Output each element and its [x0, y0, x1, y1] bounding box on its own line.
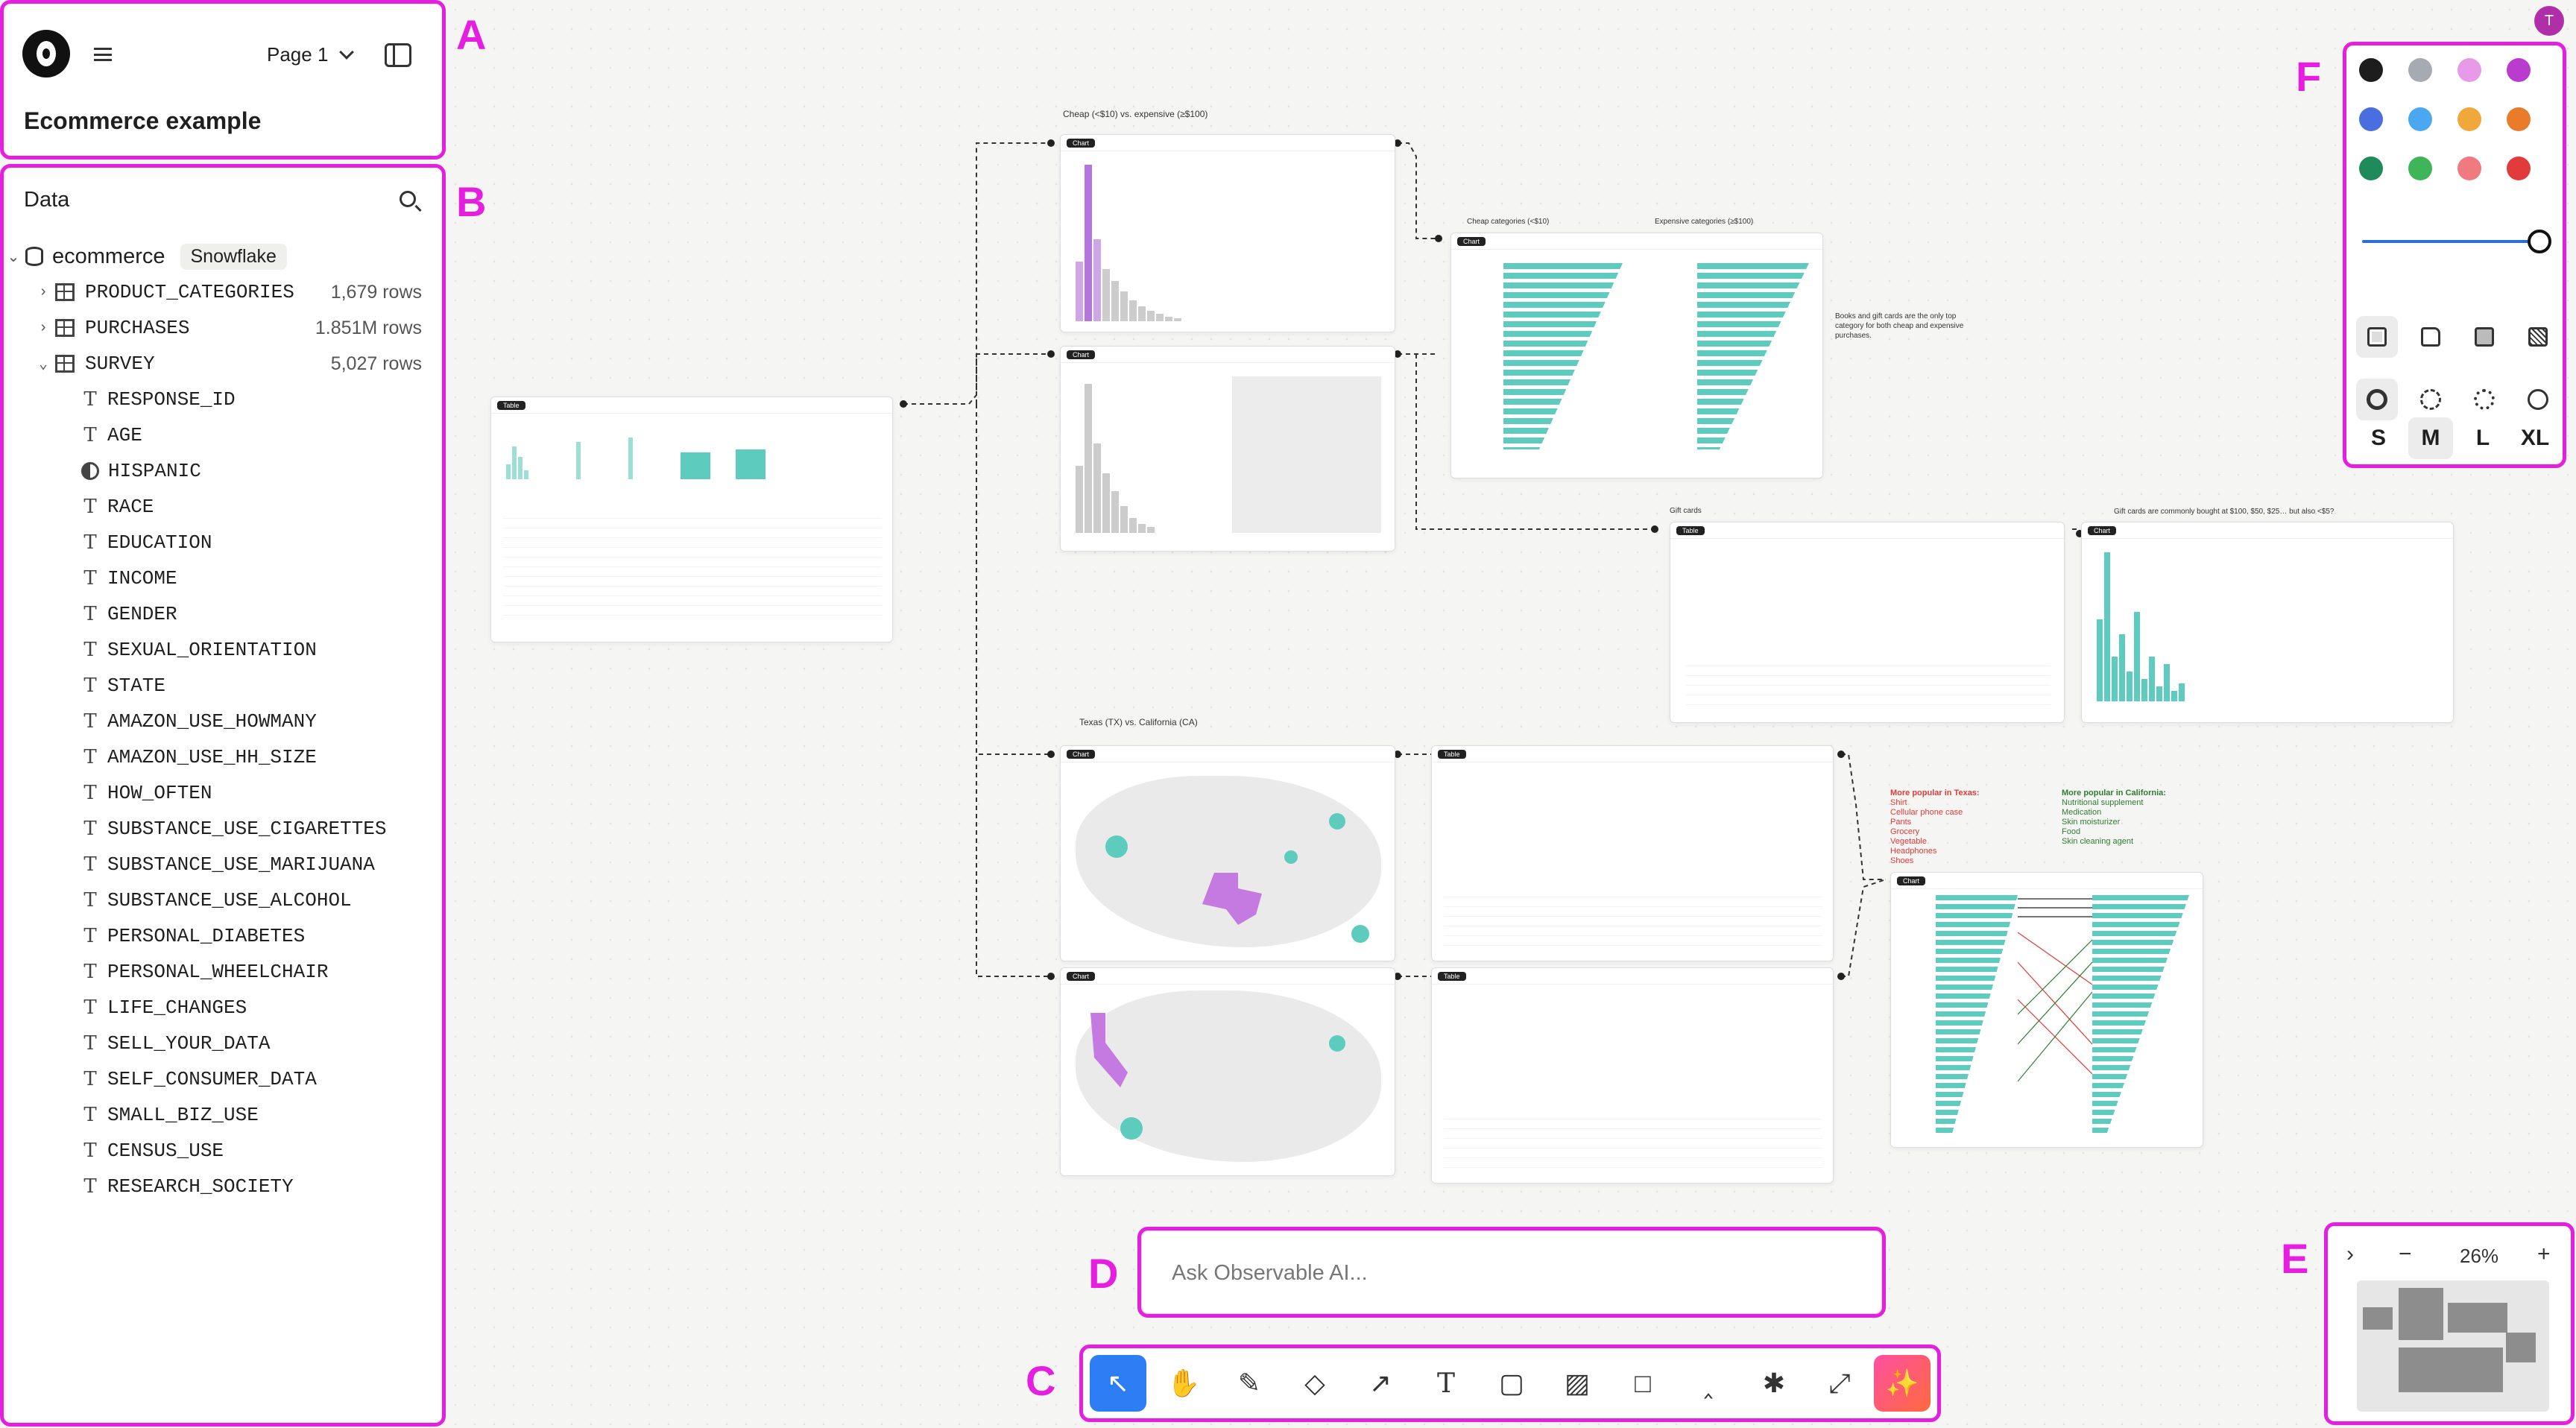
category-comparison-card[interactable]: Chart — [1450, 233, 1823, 478]
canvas[interactable]: Table Cheap (<$10) vs. expensive (≥$100)… — [447, 45, 2534, 1207]
texas-category-bars — [1936, 895, 2018, 1134]
user-avatar[interactable]: T — [2534, 6, 2564, 36]
books-note: Books and gift cards are the only top ca… — [1835, 312, 1964, 340]
callout-d — [1137, 1227, 1886, 1318]
callout-f — [2343, 42, 2566, 468]
california-item: Medication — [2062, 808, 2102, 817]
callout-letter-e: E — [2281, 1235, 2309, 1282]
gift-cards-table-card[interactable]: Table — [1670, 522, 2065, 723]
california-item: Food — [2062, 827, 2081, 836]
expensive-range-highlight — [1232, 376, 1381, 533]
card-type-chip[interactable]: Chart — [1067, 350, 1096, 359]
card-header: Chart — [2082, 522, 2453, 539]
california-item: Skin moisturizer — [2062, 818, 2121, 827]
table-rows — [1444, 888, 1822, 947]
texas-item: Cellular phone case — [1890, 808, 1963, 817]
callout-letter-f: F — [2296, 53, 2322, 100]
card-type-chip[interactable]: Chart — [1067, 749, 1096, 759]
callout-b — [0, 164, 446, 1427]
card-header: Table — [1432, 746, 1833, 762]
card-header: Chart — [1891, 873, 2203, 889]
california-items: Nutritional supplement Medication Skin moi… — [2062, 798, 2166, 847]
card-header: Table — [491, 397, 892, 414]
callout-letter-b: B — [456, 178, 487, 225]
gift-cards-title: Gift cards — [1670, 507, 1702, 515]
card-header: Chart — [1451, 233, 1822, 250]
cheap-category-bars — [1503, 263, 1623, 449]
callout-e — [2324, 1222, 2575, 1425]
expensive-category-bars — [1697, 263, 1809, 449]
map-dot — [1105, 835, 1128, 858]
card-header: Table — [1670, 522, 2064, 539]
card-type-chip[interactable]: Table — [497, 400, 525, 410]
map-dot — [1329, 1035, 1345, 1052]
texas-purchases-table[interactable]: Table — [1431, 745, 1834, 961]
callout-letter-a: A — [456, 11, 487, 58]
cheap-vs-expensive-title: Cheap (<$10) vs. expensive (≥$100) — [1063, 109, 1208, 119]
texas-item: Headphones — [1890, 847, 1937, 856]
card-header: Table — [1432, 968, 1833, 985]
card-type-chip[interactable]: Chart — [1897, 876, 1926, 885]
state-comparison-chart[interactable]: Chart — [1890, 872, 2203, 1148]
california-item: Nutritional supplement — [2062, 798, 2144, 807]
callout-c — [1079, 1345, 1941, 1422]
price-histogram-bars — [1076, 157, 1374, 321]
map-dot — [1120, 1117, 1143, 1140]
column-histograms — [506, 435, 879, 479]
table-rows — [503, 509, 882, 621]
map-dot — [1351, 925, 1369, 943]
texas-items: Shirt Cellular phone case Pants Grocery Vege… — [1890, 798, 1980, 866]
rank-lines — [2018, 898, 2092, 1082]
purchases-table-card[interactable]: Table — [490, 397, 893, 642]
price-histogram-card[interactable]: Chart — [1060, 134, 1395, 332]
gift-card-price-bars — [2097, 552, 2440, 701]
california-map-card[interactable]: Chart — [1060, 967, 1395, 1176]
map-dot — [1284, 850, 1298, 864]
card-header: Chart — [1061, 347, 1395, 363]
table-rows — [1685, 657, 2051, 709]
tx-ca-title: Texas (TX) vs. California (CA) — [1079, 717, 1198, 727]
expensive-categories-title: Expensive categories (≥$100) — [1655, 218, 1754, 226]
card-type-chip[interactable]: Table — [1438, 971, 1466, 981]
california-heading: More popular in California: — [2062, 789, 2166, 797]
map-dot — [1329, 813, 1345, 830]
card-header: Chart — [1061, 968, 1395, 985]
card-header: Chart — [1061, 135, 1395, 151]
texas-item: Grocery — [1890, 827, 1920, 836]
card-type-chip[interactable]: Chart — [1067, 138, 1096, 148]
texas-item: Vegetable — [1890, 837, 1927, 846]
texas-item: Shirt — [1890, 798, 1907, 807]
cheap-categories-title: Cheap categories (<$10) — [1467, 218, 1550, 226]
card-header: Chart — [1061, 746, 1395, 762]
callout-letter-c: C — [1026, 1357, 1056, 1404]
us-map — [1076, 776, 1381, 947]
card-type-chip[interactable]: Chart — [1457, 236, 1486, 246]
callout-letter-d: D — [1088, 1250, 1119, 1297]
texas-item: Pants — [1890, 818, 1912, 827]
card-type-chip[interactable]: Chart — [2088, 525, 2117, 535]
gift-card-price-chart[interactable]: Chart — [2081, 522, 2454, 723]
california-purchases-table[interactable]: Table — [1431, 967, 1834, 1184]
callout-a — [0, 0, 446, 159]
gift-cards-note: Gift cards are commonly bought at $100, … — [2114, 508, 2334, 516]
card-type-chip[interactable]: Table — [1676, 525, 1705, 535]
price-histogram-expensive-card[interactable]: Chart — [1060, 346, 1395, 552]
table-rows — [1444, 1110, 1822, 1169]
california-item: Skin cleaning agent — [2062, 837, 2134, 846]
card-type-chip[interactable]: Chart — [1067, 971, 1096, 981]
texas-heading: More popular in Texas: — [1890, 789, 1980, 797]
texas-map-card[interactable]: Chart — [1060, 745, 1395, 961]
california-note: More popular in California: Nutritional … — [2062, 789, 2166, 847]
card-type-chip[interactable]: Table — [1438, 749, 1466, 759]
california-category-bars — [2092, 895, 2189, 1134]
texas-item: Shoes — [1890, 856, 1914, 865]
texas-note: More popular in Texas: Shirt Cellular pho… — [1890, 789, 1980, 866]
